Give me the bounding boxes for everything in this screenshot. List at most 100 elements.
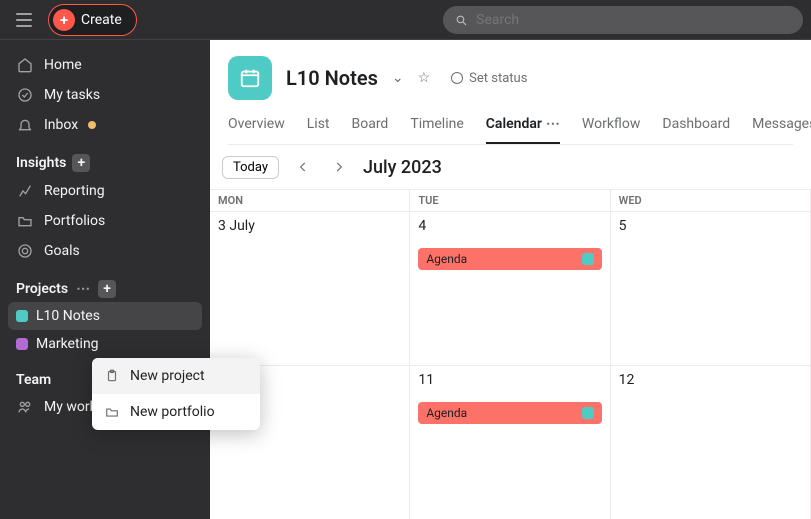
tab-messages[interactable]: Messages <box>752 116 811 144</box>
project-tabs: Overview List Board Timeline Calendar⋯ W… <box>228 116 793 145</box>
project-color-icon <box>582 407 594 419</box>
dow-wed: WED <box>611 190 811 211</box>
project-icon[interactable] <box>228 56 272 100</box>
sidebar-item-label: Marketing <box>36 336 99 352</box>
sidebar: Home My tasks Inbox Insights + Reporting <box>0 40 210 519</box>
tab-label: Overview <box>228 116 285 132</box>
calendar-cell[interactable]: 4 Agenda <box>410 212 610 365</box>
day-number: 4 <box>418 218 601 234</box>
chart-icon <box>16 182 34 200</box>
calendar-toolbar: Today July 2023 <box>210 145 811 189</box>
day-number: 12 <box>619 372 802 388</box>
sidebar-reporting[interactable]: Reporting <box>8 176 202 206</box>
section-label: Projects <box>16 281 68 297</box>
tab-board[interactable]: Board <box>352 116 389 144</box>
section-label: Team <box>16 372 51 388</box>
sidebar-mytasks[interactable]: My tasks <box>8 80 202 110</box>
project-title[interactable]: L10 Notes <box>286 66 378 90</box>
plus-icon[interactable]: + <box>72 154 90 172</box>
create-label: Create <box>81 12 122 28</box>
calendar-cell[interactable]: 3 July <box>210 212 410 365</box>
dow-mon: MON <box>210 190 410 211</box>
section-label: Insights <box>16 155 66 171</box>
check-circle-icon <box>16 86 34 104</box>
new-portfolio-menu-item[interactable]: New portfolio <box>92 394 260 430</box>
project-color-icon <box>16 310 28 322</box>
sidebar-item-label: Home <box>44 57 82 73</box>
search-input-wrap[interactable] <box>443 6 803 34</box>
sidebar-project-l10[interactable]: L10 Notes <box>8 302 202 330</box>
sidebar-item-label: Goals <box>44 243 80 259</box>
tab-workflow[interactable]: Workflow <box>582 116 641 144</box>
add-project-button[interactable]: + <box>98 280 116 298</box>
dots-icon[interactable]: ⋯ <box>74 280 92 298</box>
sidebar-item-label: Reporting <box>44 183 105 199</box>
sidebar-item-label: Portfolios <box>44 213 105 229</box>
star-icon[interactable]: ☆ <box>418 70 431 86</box>
search-icon <box>455 13 468 27</box>
calendar-event[interactable]: Agenda <box>418 248 601 270</box>
sidebar-portfolios[interactable]: Portfolios <box>8 206 202 236</box>
next-month-button[interactable] <box>327 155 351 179</box>
sidebar-goals[interactable]: Goals <box>8 236 202 266</box>
project-color-icon <box>16 338 28 350</box>
search-input[interactable] <box>476 12 791 28</box>
set-status-button[interactable]: Set status <box>444 67 534 90</box>
folder-icon <box>104 404 120 420</box>
day-number: 11 <box>418 372 601 388</box>
tab-label: Timeline <box>410 116 463 132</box>
sidebar-project-marketing[interactable]: Marketing <box>8 330 202 358</box>
chevron-down-icon[interactable]: ⌄ <box>392 70 404 86</box>
sidebar-inbox[interactable]: Inbox <box>8 110 202 140</box>
projects-add-menu: New project New portfolio <box>92 358 260 430</box>
tab-label: Board <box>352 116 389 132</box>
project-color-icon <box>582 253 594 265</box>
event-title: Agenda <box>426 252 467 266</box>
today-button[interactable]: Today <box>222 156 279 179</box>
calendar-grid: MON TUE WED 3 July 4 Agenda <box>210 189 811 519</box>
plus-icon: + <box>53 9 75 31</box>
calendar-cell[interactable]: 11 Agenda <box>410 366 610 519</box>
tab-timeline[interactable]: Timeline <box>410 116 463 144</box>
topbar: + Create <box>0 0 811 40</box>
new-project-menu-item[interactable]: New project <box>92 358 260 394</box>
month-label: July 2023 <box>363 157 442 178</box>
dots-icon[interactable]: ⋯ <box>546 116 560 132</box>
day-number: 5 <box>619 218 802 234</box>
menu-item-label: New project <box>130 368 205 384</box>
clipboard-icon <box>104 368 120 384</box>
sidebar-insights-header[interactable]: Insights + <box>8 140 202 176</box>
tab-label: Messages <box>752 116 811 132</box>
tab-list[interactable]: List <box>307 116 330 144</box>
calendar-cell[interactable]: 12 <box>611 366 811 519</box>
event-title: Agenda <box>426 406 467 420</box>
folder-icon <box>16 212 34 230</box>
people-icon <box>16 398 34 416</box>
calendar-cell[interactable]: 5 <box>611 212 811 365</box>
target-icon <box>16 242 34 260</box>
tab-label: Workflow <box>582 116 641 132</box>
dow-tue: TUE <box>410 190 610 211</box>
sidebar-item-label: Inbox <box>44 117 78 133</box>
sidebar-item-label: L10 Notes <box>36 308 100 324</box>
sidebar-projects-header[interactable]: Projects ⋯ + <box>8 266 202 302</box>
project-header: L10 Notes ⌄ ☆ Set status <box>228 56 793 100</box>
calendar-event[interactable]: Agenda <box>418 402 601 424</box>
tab-calendar[interactable]: Calendar⋯ <box>486 116 560 144</box>
tab-label: Dashboard <box>662 116 730 132</box>
tab-label: List <box>307 116 330 132</box>
prev-month-button[interactable] <box>291 155 315 179</box>
menu-item-label: New portfolio <box>130 404 215 420</box>
sidebar-home[interactable]: Home <box>8 50 202 80</box>
unread-dot-icon <box>88 121 96 129</box>
menu-icon[interactable] <box>8 4 40 36</box>
bell-icon <box>16 116 34 134</box>
sidebar-item-label: My tasks <box>44 87 100 103</box>
tab-label: Calendar <box>486 116 542 132</box>
tab-overview[interactable]: Overview <box>228 116 285 144</box>
home-icon <box>16 56 34 74</box>
main-content: L10 Notes ⌄ ☆ Set status Overview List B… <box>210 40 811 519</box>
create-button[interactable]: + Create <box>48 4 137 36</box>
status-ring-icon <box>451 72 463 84</box>
tab-dashboard[interactable]: Dashboard <box>662 116 730 144</box>
